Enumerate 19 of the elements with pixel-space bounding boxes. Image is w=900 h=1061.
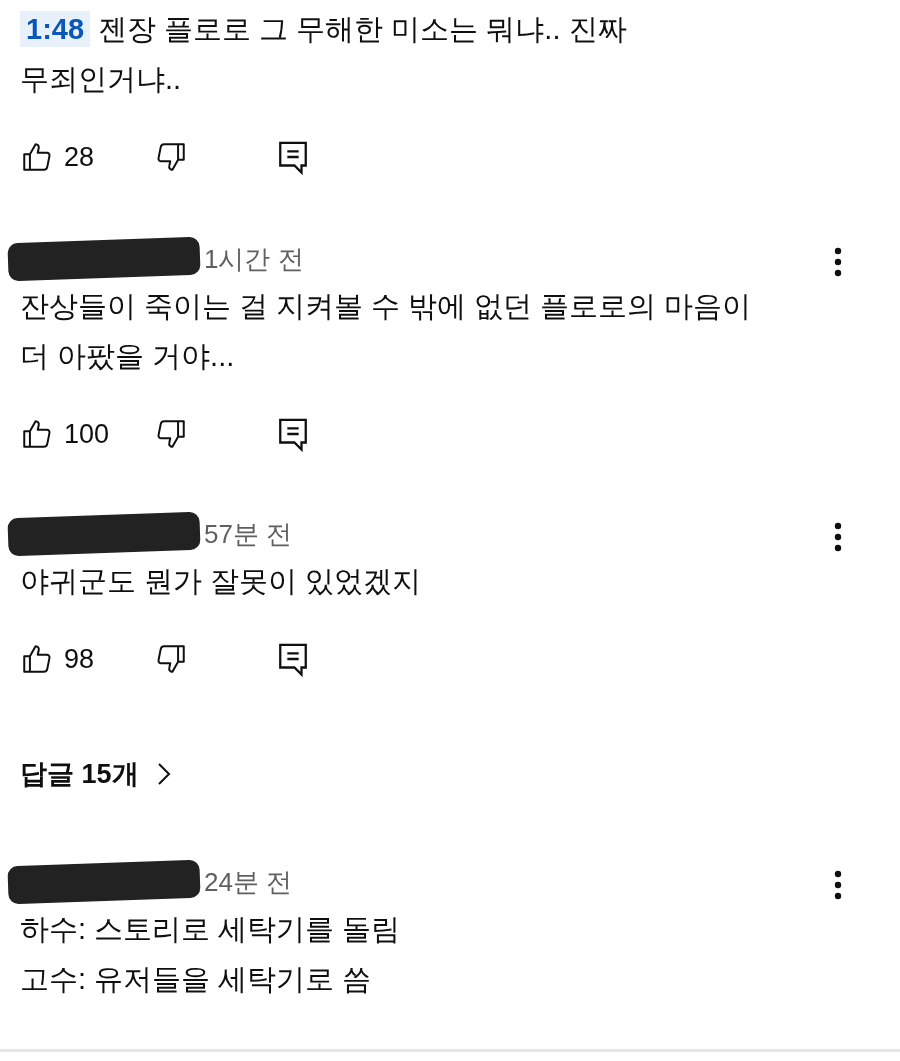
like-button[interactable]: 28 bbox=[20, 140, 154, 174]
comment-text: 야귀군도 뭔가 잘못이 있었겠지 bbox=[20, 564, 423, 599]
more-options-icon[interactable] bbox=[834, 247, 842, 277]
more-options-icon[interactable] bbox=[834, 870, 842, 900]
comment-text: 하수: 스토리로 세탁기를 돌림 bbox=[20, 912, 402, 947]
comment-text: 무죄인거냐.. bbox=[20, 62, 183, 97]
timestamp-link[interactable]: 1:48 bbox=[20, 11, 91, 47]
comment-text: 젠장 플로로 그 무해한 미소는 뭐냐.. 진짜 bbox=[98, 13, 627, 45]
comment-time: 24분 전 bbox=[204, 865, 293, 899]
like-button[interactable]: 98 bbox=[20, 642, 154, 676]
chevron-right-icon bbox=[156, 762, 171, 786]
comment-text: 고수: 유저들을 세탁기로 씀 bbox=[20, 962, 373, 997]
like-button[interactable]: 100 bbox=[20, 417, 154, 451]
comment-time: 1시간 전 bbox=[204, 242, 304, 276]
comment-text: 더 아팠을 거야... bbox=[20, 339, 236, 374]
more-options-icon[interactable] bbox=[834, 522, 842, 552]
replies-link[interactable]: 답글 15개 bbox=[20, 756, 171, 792]
comment-text: 잔상들이 죽이는 걸 지켜볼 수 밖에 없던 플로로의 마음이 bbox=[20, 289, 753, 324]
comment-time: 57분 전 bbox=[204, 517, 293, 551]
